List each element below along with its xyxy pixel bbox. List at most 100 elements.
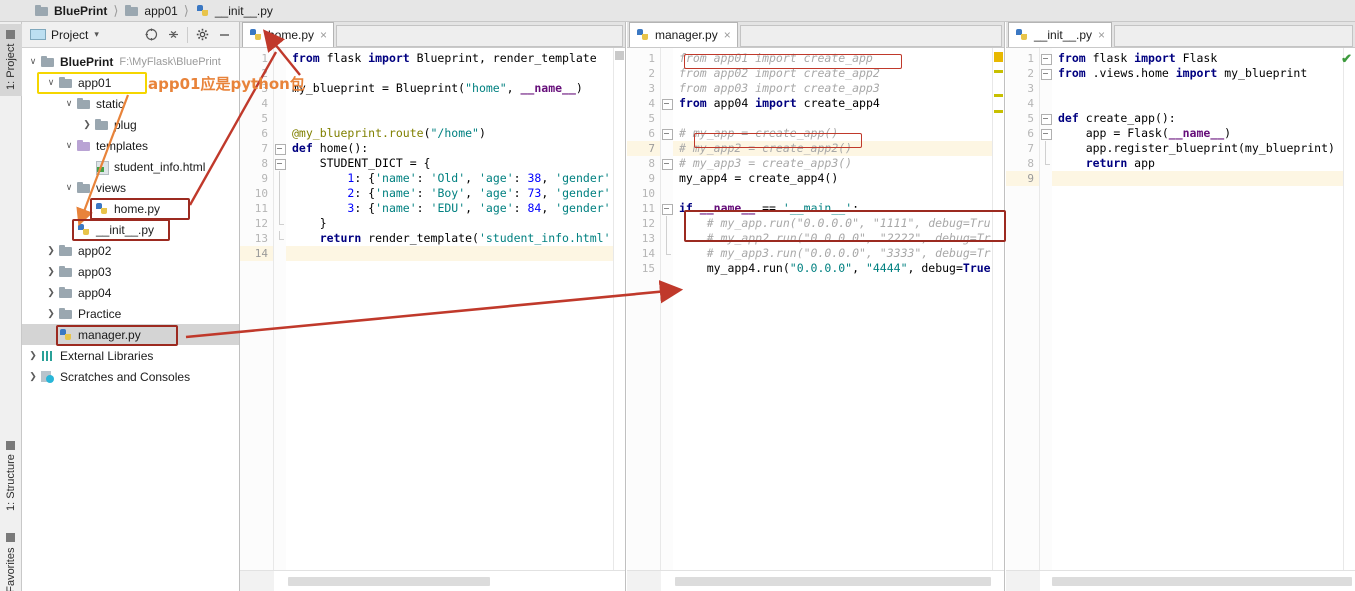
source-code[interactable]: from flask import Flask from .views.home … [1052,48,1343,570]
code-line[interactable]: my_app4 = create_app4() [673,171,992,186]
tree-node-home-py[interactable]: home.py [22,198,239,219]
code-line[interactable]: from flask import Blueprint, render_temp… [286,51,613,66]
tree-node-app04[interactable]: ❯ app04 [22,282,239,303]
code-line[interactable]: from app04 import create_app4 [673,96,992,111]
code-line[interactable]: from .views.home import my_blueprint [1052,66,1343,81]
code-line[interactable]: app.register_blueprint(my_blueprint) [1052,141,1343,156]
tab-init-py[interactable]: __init__.py × [1008,22,1113,47]
code-line[interactable] [286,96,613,111]
fold-marker[interactable] [1040,111,1052,126]
code-line[interactable]: # my_app.run("0.0.0.0", "1111", debug=Tr… [673,216,992,231]
code-line[interactable]: @my_blueprint.route("/home") [286,126,613,141]
source-code[interactable]: from flask import Blueprint, render_temp… [286,48,613,570]
collapse-all-icon[interactable] [162,24,184,46]
chevron-right-icon[interactable]: ❯ [26,371,40,382]
tab-manager-py[interactable]: manager.py × [629,22,738,47]
inspection-ok-icon[interactable]: ✔ [1341,51,1352,67]
code-line[interactable]: my_app4.run("0.0.0.0", "4444", debug=Tru… [673,261,992,276]
fold-marker[interactable] [1040,141,1052,156]
code-line[interactable]: # my_app = create_app() [673,126,992,141]
code-line[interactable]: from app02 import create_app2 [673,66,992,81]
tree-node-static[interactable]: ∨ static [22,93,239,114]
tool-window-button-favorites[interactable]: 2: Favorites [0,524,22,591]
chevron-down-icon[interactable]: ▾ [94,29,99,40]
fold-marker[interactable] [661,156,673,171]
code-line[interactable]: # my_app2.run("0.0.0.0", "2222", debug=T… [673,231,992,246]
tree-node-manager-py[interactable]: manager.py [22,324,239,345]
tree-node-app03[interactable]: ❯ app03 [22,261,239,282]
code-line[interactable]: from app01 import create_app [673,51,992,66]
close-icon[interactable]: × [320,28,327,42]
tree-node-app01[interactable]: ∨ app01 [22,72,239,93]
code-line[interactable]: return app [1052,156,1343,171]
chevron-down-icon[interactable]: ∨ [62,182,76,193]
code-line[interactable]: from flask import Flask [1052,51,1343,66]
chevron-right-icon[interactable]: ❯ [44,245,58,256]
code-line[interactable]: # my_app2 = create_app2() [673,141,992,156]
close-icon[interactable]: × [1098,28,1105,42]
chevron-right-icon[interactable]: ❯ [44,308,58,319]
tree-node-external-libraries[interactable]: ❯ External Libraries [22,345,239,366]
code-folding-gutter[interactable] [274,48,286,570]
code-line[interactable]: def create_app(): [1052,111,1343,126]
code-line[interactable]: 1: {'name': 'Old', 'age': 38, 'gender' [286,171,613,186]
tool-window-button-structure[interactable]: 1: Structure [0,430,22,522]
error-stripe[interactable] [613,48,625,570]
code-line[interactable]: } [286,216,613,231]
code-line[interactable] [673,111,992,126]
breadcrumb-item-2[interactable]: __init__.py [191,0,277,22]
project-tree[interactable]: ∨ BluePrint F:\MyFlask\BluePrint ∨ app01 ∨ sta… [22,48,239,387]
code-folding-gutter[interactable] [661,48,673,570]
fold-marker[interactable] [274,216,286,231]
error-stripe[interactable]: ✔ [1341,48,1355,570]
code-folding-gutter[interactable] [1040,48,1052,570]
chevron-down-icon[interactable]: ∨ [62,98,76,109]
fold-marker[interactable] [661,96,673,111]
code-line[interactable]: STUDENT_DICT = { [286,156,613,171]
scrollbar-thumb[interactable] [1052,577,1352,586]
code-line[interactable]: def home(): [286,141,613,156]
breadcrumb-item-1[interactable]: app01 [120,0,181,22]
scrollbar-thumb[interactable] [288,577,490,586]
tree-node-blueprint[interactable]: ∨ BluePrint F:\MyFlask\BluePrint [22,51,239,72]
code-line[interactable]: app = Flask(__name__) [1052,126,1343,141]
fold-marker[interactable] [1040,126,1052,141]
tree-node-student-info-html[interactable]: student_info.html [22,156,239,177]
horizontal-scrollbar[interactable] [627,570,1004,591]
code-line[interactable] [1052,171,1343,186]
fold-marker[interactable] [1040,51,1052,66]
fold-marker[interactable] [274,171,286,186]
code-line[interactable]: # my_app3.run("0.0.0.0", "3333", debug=T… [673,246,992,261]
breadcrumb-item-0[interactable]: BluePrint [30,0,111,22]
code-line[interactable]: my_blueprint = Blueprint("home", __name_… [286,81,613,96]
chevron-down-icon[interactable]: ∨ [26,56,40,67]
gear-icon[interactable] [191,24,213,46]
fold-marker[interactable] [1040,66,1052,81]
fold-marker[interactable] [274,201,286,216]
code-line[interactable] [286,111,613,126]
fold-marker[interactable] [661,201,673,216]
fold-marker[interactable] [274,156,286,171]
code-line[interactable] [286,66,613,81]
code-line[interactable]: from app03 import create_app3 [673,81,992,96]
source-code[interactable]: from app01 import create_app from app02 i… [673,48,992,570]
tree-node-practice[interactable]: ❯ Practice [22,303,239,324]
fold-marker[interactable] [274,186,286,201]
tree-node-scratches-and-consoles[interactable]: ❯ Scratches and Consoles [22,366,239,387]
fold-marker[interactable] [661,231,673,246]
chevron-down-icon[interactable]: ∨ [44,77,58,88]
horizontal-scrollbar[interactable] [1006,570,1355,591]
fold-marker[interactable] [274,141,286,156]
tab-home-py[interactable]: home.py × [242,22,335,47]
chevron-right-icon[interactable]: ❯ [80,119,94,130]
close-icon[interactable]: × [724,28,731,42]
fold-marker[interactable] [661,126,673,141]
tree-node--init-py[interactable]: __init__.py [22,219,239,240]
code-line[interactable] [1052,81,1343,96]
code-area[interactable]: 1 2 3 4 5 6 7 89 from flask import Flask from .v… [1006,48,1355,570]
minimize-icon[interactable] [213,24,235,46]
code-line[interactable] [286,246,613,261]
fold-marker[interactable] [1040,156,1052,171]
tree-node-templates[interactable]: ∨ templates [22,135,239,156]
target-icon[interactable] [140,24,162,46]
